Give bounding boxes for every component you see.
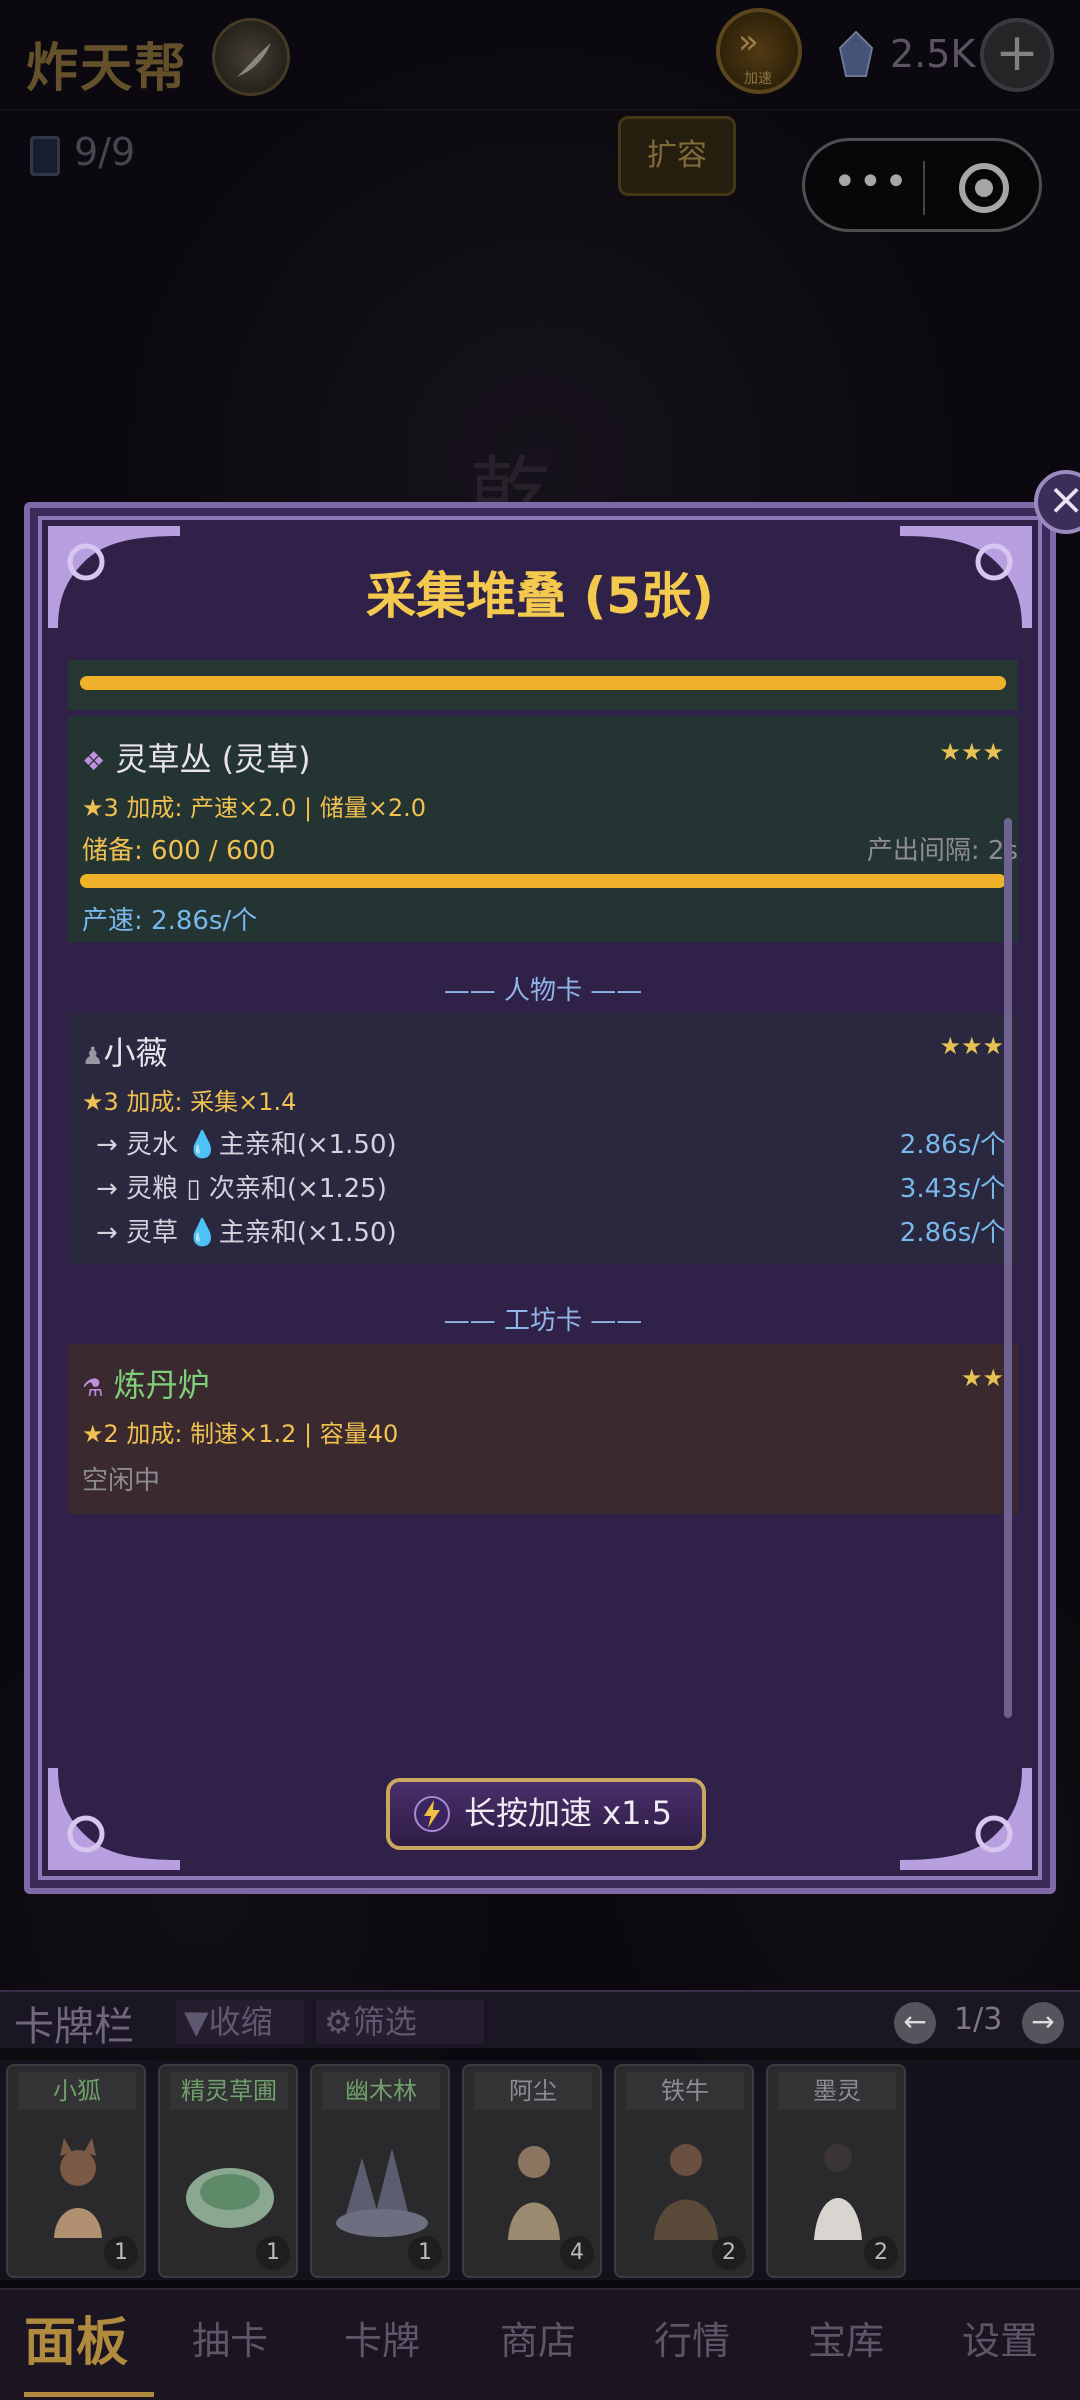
character-name: 小薇 [103,1034,168,1072]
herb-interval: 产出间隔: 2s [866,836,1018,866]
character-icon: ♟ [82,1042,104,1070]
nav-vault[interactable]: 宝库 [808,2310,884,2365]
workshop-card-entry[interactable]: ⚗ 炼丹炉 ★★ ★2 加成: 制速×1.2 | 容量40 空闲中 [68,1344,1018,1514]
affinity-row: → 灵草 💧主亲和(×1.50) 2.86s/个 [96,1218,1006,1248]
prev-page-button[interactable]: ← [894,2002,936,2044]
corner-ornament [900,1768,1032,1870]
mo-ling-art [814,2144,862,2240]
herb-icon: ❖ [82,747,106,777]
workshop-status: 空闲中 [82,1466,161,1496]
next-page-button[interactable]: → [1022,2002,1064,2044]
tie-niu-art [654,2144,718,2240]
nav-draw[interactable]: 抽卡 [192,2310,268,2365]
herb-storage-bar [80,874,1006,888]
collapse-button[interactable]: ▼收缩 [176,2000,304,2044]
nav-settings[interactable]: 设置 [962,2310,1038,2365]
character-bonus: ★3 加成: 采集×1.4 [82,1088,297,1116]
workshop-stars: ★★ [960,1364,1004,1392]
nav-active-indicator [24,2392,154,2397]
affinity-row: → 灵水 💧主亲和(×1.50) 2.86s/个 [96,1130,1006,1160]
page-indicator: 1/3 [954,2002,1003,2037]
a-chen-art [508,2146,560,2240]
herb-garden-art [186,2168,274,2228]
nav-panel[interactable]: 面板 [24,2300,128,2375]
nav-shop[interactable]: 商店 [500,2310,576,2365]
scrollbar[interactable] [1004,818,1012,1718]
card-bar: 卡牌栏 ▼收缩 ⚙筛选 ← 1/3 → [0,1990,1080,2050]
nav-cards[interactable]: 卡牌 [344,2310,420,2365]
workshop-bonus: ★2 加成: 制速×1.2 | 容量40 [82,1420,399,1448]
herb-bonus: ★3 加成: 产速×2.0 | 储量×2.0 [82,794,427,822]
card-item[interactable]: 小狐 1 [6,2064,146,2278]
herb-rate: 产速: 2.86s/个 [82,906,258,936]
card-bar-title: 卡牌栏 [14,2004,134,2050]
nav-market[interactable]: 行情 [654,2310,730,2365]
card-item[interactable]: 铁牛 2 [614,2064,754,2278]
filter-button[interactable]: ⚙筛选 [316,2000,484,2044]
gear-icon: ⚙ [324,2003,353,2041]
top-progress-bar [80,676,1006,690]
card-item[interactable]: 精灵草圃 1 [158,2064,298,2278]
workshop-name: 炼丹炉 [113,1366,210,1404]
corner-ornament [48,1768,180,1870]
fox-girl-art [54,2138,102,2238]
card-item[interactable]: 幽木林 1 [310,2064,450,2278]
herb-card-entry[interactable]: ❖ 灵草丛 (灵草) ★★★ ★3 加成: 产速×2.0 | 储量×2.0 储备… [68,716,1018,942]
card-item[interactable]: 墨灵 2 [766,2064,906,2278]
card-item[interactable]: 阿尘 4 [462,2064,602,2278]
character-card-entry[interactable]: ♟小薇 ★★★ ★3 加成: 采集×1.4 → 灵水 💧主亲和(×1.50) 2… [68,1014,1018,1264]
hold-to-speed-button[interactable]: 长按加速 x1.5 [386,1778,706,1850]
workshop-divider: —— 工坊卡 —— [443,1306,643,1336]
modal-title: 采集堆叠 (5张) [366,567,714,625]
herb-name: 灵草丛 (灵草) [115,740,311,778]
character-stars: ★★★ [939,1032,1004,1060]
character-divider: —— 人物卡 —— [443,976,643,1006]
affinity-row: → 灵粮 ▯ 次亲和(×1.25) 3.43s/个 [96,1174,1006,1204]
stack-top-section [68,660,1018,710]
herb-storage: 储备: 600 / 600 [82,836,276,866]
herb-stars: ★★★ [939,738,1004,766]
stack-list[interactable]: ❖ 灵草丛 (灵草) ★★★ ★3 加成: 产速×2.0 | 储量×2.0 储备… [68,660,1018,1740]
forest-art [336,2148,428,2237]
gather-stack-modal: 采集堆叠 (5张) ❖ 灵草丛 (灵草) ★★★ ★3 加成: 产速×2.0 |… [24,502,1056,1894]
furnace-icon: ⚗ [82,1374,104,1402]
lightning-icon [414,1796,450,1832]
